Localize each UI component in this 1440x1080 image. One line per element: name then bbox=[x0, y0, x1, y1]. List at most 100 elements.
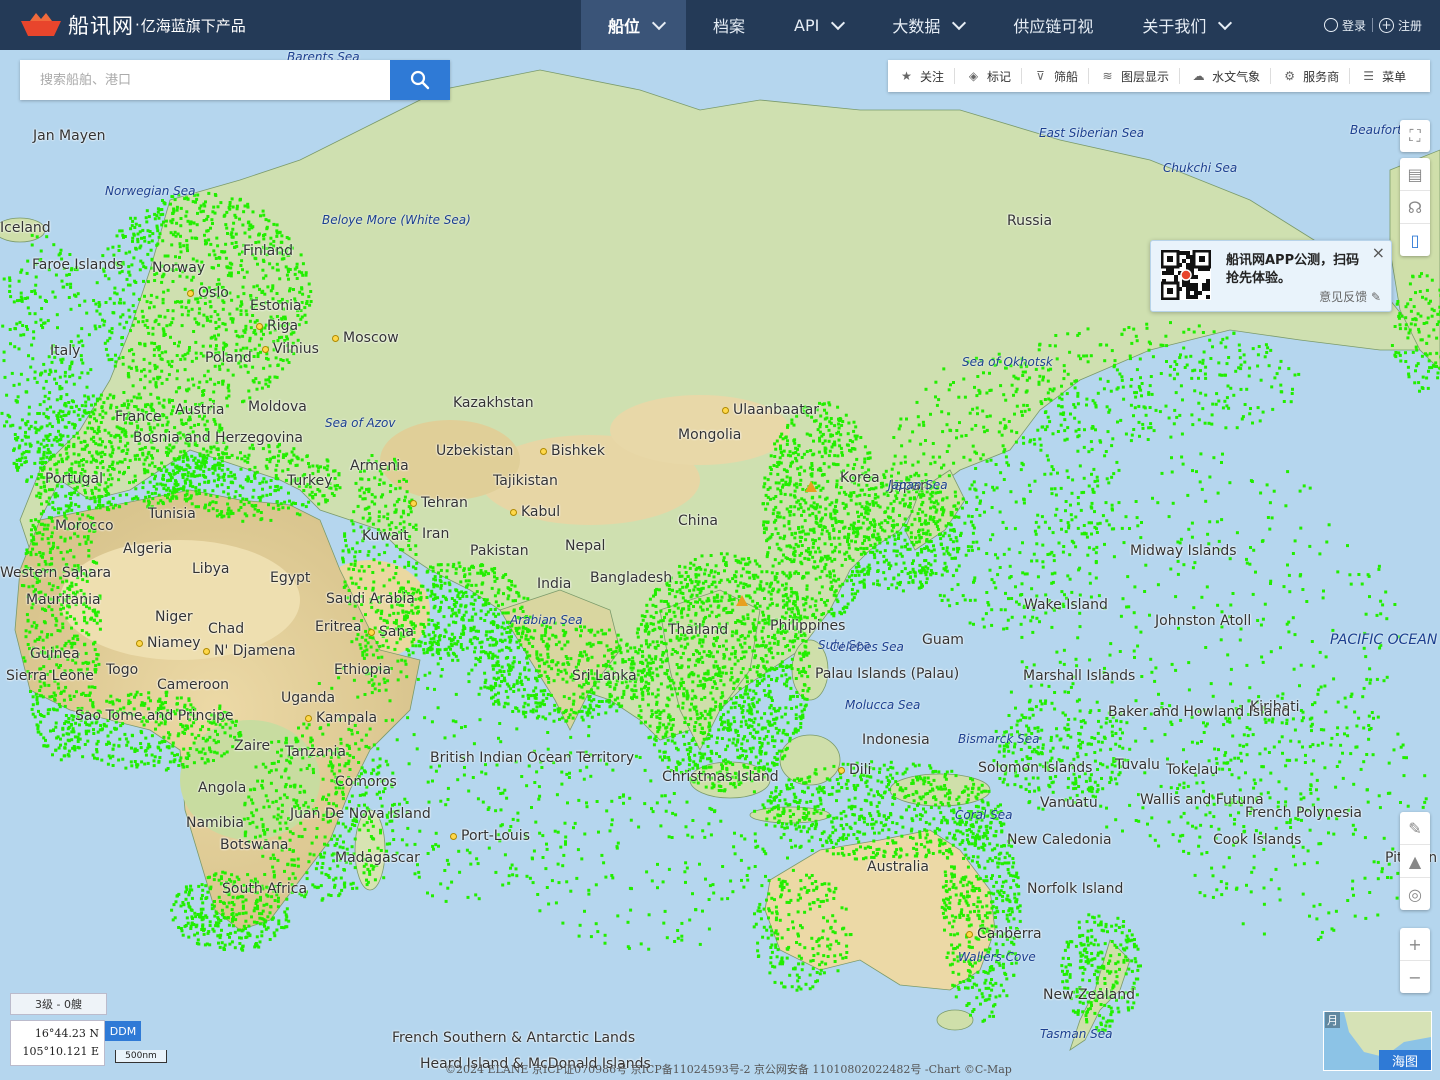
ship-marker[interactable] bbox=[179, 250, 183, 254]
ship-marker[interactable] bbox=[759, 580, 763, 584]
ship-marker[interactable] bbox=[152, 485, 156, 488]
ship-marker[interactable] bbox=[760, 644, 763, 648]
ship-marker[interactable] bbox=[692, 653, 695, 656]
ship-marker[interactable] bbox=[639, 721, 643, 725]
ship-marker[interactable] bbox=[372, 545, 376, 549]
ship-marker[interactable] bbox=[693, 763, 697, 767]
ship-marker[interactable] bbox=[108, 465, 112, 468]
ship-marker[interactable] bbox=[752, 696, 756, 700]
ship-marker[interactable] bbox=[265, 225, 269, 229]
ship-marker[interactable] bbox=[458, 597, 462, 600]
ship-marker[interactable] bbox=[214, 501, 218, 505]
ship-marker[interactable] bbox=[639, 709, 643, 713]
ship-marker[interactable] bbox=[638, 648, 641, 652]
ship-marker[interactable] bbox=[63, 754, 67, 758]
ship-marker[interactable] bbox=[276, 268, 280, 272]
ship-marker[interactable] bbox=[68, 584, 72, 588]
ship-marker[interactable] bbox=[579, 634, 582, 638]
ship-marker[interactable] bbox=[518, 660, 521, 664]
ship-marker[interactable] bbox=[767, 674, 771, 678]
ship-marker[interactable] bbox=[455, 614, 459, 618]
ship-marker[interactable] bbox=[344, 584, 348, 588]
ship-marker[interactable] bbox=[126, 283, 130, 287]
ship-marker[interactable] bbox=[419, 591, 422, 595]
ship-marker[interactable] bbox=[745, 685, 749, 689]
ship-marker[interactable] bbox=[158, 232, 162, 236]
ship-marker[interactable] bbox=[134, 222, 138, 226]
ship-marker[interactable] bbox=[251, 495, 255, 499]
ship-marker[interactable] bbox=[138, 268, 142, 272]
ship-marker[interactable] bbox=[115, 234, 119, 238]
ship-marker[interactable] bbox=[175, 354, 179, 357]
ship-marker[interactable] bbox=[742, 557, 746, 561]
ship-marker[interactable] bbox=[253, 465, 257, 469]
ship-marker[interactable] bbox=[137, 297, 141, 301]
ship-marker[interactable] bbox=[456, 658, 460, 662]
ship-marker[interactable] bbox=[710, 610, 714, 614]
ship-marker[interactable] bbox=[204, 200, 207, 204]
ship-marker[interactable] bbox=[675, 590, 679, 594]
ship-marker[interactable] bbox=[762, 677, 766, 681]
ship-marker[interactable] bbox=[197, 505, 200, 509]
ship-marker[interactable] bbox=[743, 636, 747, 640]
ship-marker[interactable] bbox=[102, 401, 106, 405]
ship-marker[interactable] bbox=[739, 635, 743, 638]
ship-marker[interactable] bbox=[115, 292, 119, 296]
ship-marker[interactable] bbox=[639, 644, 643, 648]
ship-marker[interactable] bbox=[352, 529, 356, 533]
ship-marker[interactable] bbox=[544, 630, 548, 634]
ship-marker[interactable] bbox=[421, 584, 425, 588]
ship-marker[interactable] bbox=[352, 568, 355, 571]
ship-marker[interactable] bbox=[781, 757, 784, 761]
ship-marker[interactable] bbox=[143, 374, 147, 378]
ship-marker[interactable] bbox=[392, 611, 396, 615]
ship-marker[interactable] bbox=[119, 301, 122, 305]
ship-marker[interactable] bbox=[226, 467, 230, 471]
ship-marker[interactable] bbox=[86, 395, 90, 399]
ship-marker[interactable] bbox=[596, 686, 600, 690]
ship-marker[interactable] bbox=[371, 571, 375, 574]
ship-marker[interactable] bbox=[788, 607, 792, 611]
ship-marker[interactable] bbox=[179, 217, 183, 220]
ship-marker[interactable] bbox=[444, 596, 448, 600]
ship-marker[interactable] bbox=[760, 741, 764, 745]
ship-marker[interactable] bbox=[741, 650, 745, 654]
ship-marker[interactable] bbox=[725, 552, 729, 556]
ship-marker[interactable] bbox=[333, 477, 337, 480]
ship-marker[interactable] bbox=[247, 453, 251, 457]
ship-marker[interactable] bbox=[257, 381, 261, 385]
ship-marker[interactable] bbox=[744, 749, 748, 753]
ship-marker[interactable] bbox=[63, 511, 66, 515]
ship-marker[interactable] bbox=[688, 708, 692, 712]
ship-marker[interactable] bbox=[248, 235, 252, 239]
ship-marker[interactable] bbox=[341, 560, 345, 564]
ship-marker[interactable] bbox=[724, 762, 728, 765]
ship-marker[interactable] bbox=[509, 648, 513, 652]
ship-marker[interactable] bbox=[181, 354, 185, 358]
ship-marker[interactable] bbox=[422, 648, 426, 652]
ship-marker[interactable] bbox=[711, 580, 715, 584]
ship-marker[interactable] bbox=[202, 473, 205, 477]
ship-marker[interactable] bbox=[655, 640, 659, 644]
ship-marker[interactable] bbox=[140, 309, 144, 313]
ship-marker[interactable] bbox=[65, 616, 69, 620]
ship-marker[interactable] bbox=[714, 564, 718, 568]
ship-marker[interactable] bbox=[198, 452, 202, 456]
ship-marker[interactable] bbox=[658, 721, 662, 725]
ship-marker[interactable] bbox=[763, 621, 767, 625]
ship-marker[interactable] bbox=[719, 552, 723, 556]
ship-marker[interactable] bbox=[29, 444, 33, 447]
ship-marker[interactable] bbox=[175, 208, 179, 212]
ship-marker[interactable] bbox=[268, 364, 272, 368]
ship-marker[interactable] bbox=[457, 610, 461, 614]
ship-marker[interactable] bbox=[656, 688, 660, 692]
ship-marker[interactable] bbox=[654, 611, 658, 615]
ship-marker[interactable] bbox=[87, 411, 91, 414]
ship-marker[interactable] bbox=[58, 629, 62, 633]
ship-marker[interactable] bbox=[718, 755, 722, 758]
ship-marker[interactable] bbox=[76, 493, 80, 497]
ship-marker[interactable] bbox=[171, 218, 175, 222]
ship-marker[interactable] bbox=[176, 470, 180, 474]
ship-marker[interactable] bbox=[230, 474, 234, 478]
ship-marker[interactable] bbox=[165, 377, 169, 381]
